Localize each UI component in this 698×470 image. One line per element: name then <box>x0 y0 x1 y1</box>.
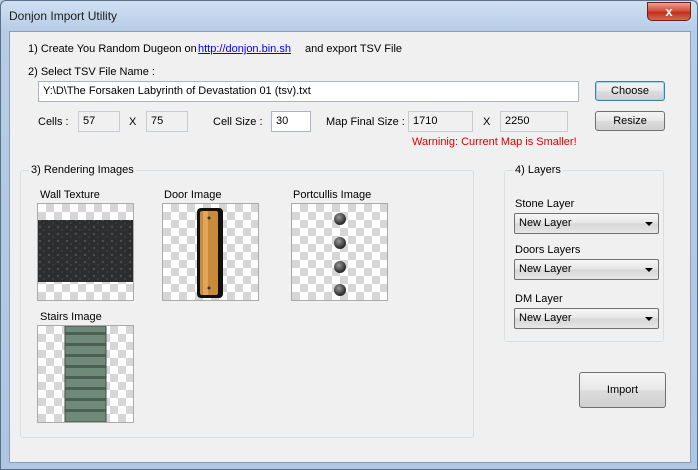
rendering-images-group: 3) Rendering Images Wall Texture Door Im… <box>20 164 474 438</box>
layers-title: 4) Layers <box>513 164 563 176</box>
tsv-file-path-input[interactable]: Y:\D\The Forsaken Labyrinth of Devastati… <box>38 81 579 102</box>
import-button[interactable]: Import <box>579 372 666 408</box>
window-title: Donjon Import Utility <box>9 9 118 23</box>
doors-layer-value: New Layer <box>519 263 572 275</box>
rendering-images-title: 3) Rendering Images <box>29 164 136 176</box>
step2-label: 2) Select TSV File Name : <box>28 66 155 78</box>
map-height-field: 2250 <box>500 111 568 132</box>
chevron-down-icon <box>645 317 653 321</box>
stone-layer-select[interactable]: New Layer <box>514 213 659 234</box>
title-bar[interactable]: Donjon Import Utility x <box>1 1 697 31</box>
donjon-link[interactable]: http://donjon.bin.sh <box>198 43 291 55</box>
step1-suffix: and export TSV File <box>305 43 403 55</box>
resize-button[interactable]: Resize <box>595 111 665 131</box>
cells-label: Cells : <box>38 116 69 128</box>
stone-layer-label: Stone Layer <box>515 198 575 210</box>
stone-layer-value: New Layer <box>519 217 572 229</box>
wall-texture-label: Wall Texture <box>40 189 100 201</box>
cells-width-field: 57 <box>78 111 120 132</box>
choose-button[interactable]: Choose <box>595 81 665 101</box>
portcullis-image-label: Portcullis Image <box>293 189 372 201</box>
dm-layer-select[interactable]: New Layer <box>514 308 659 329</box>
map-width-field: 1710 <box>408 111 473 132</box>
map-size-warning: Warninig: Current Map is Smaller! <box>412 136 577 148</box>
step1-text: 1) Create You Random Dugeon on <box>28 43 197 55</box>
import-window: Donjon Import Utility x 1) Create You Ra… <box>0 0 698 470</box>
stairs-image-label: Stairs Image <box>40 311 102 323</box>
cell-size-label: Cell Size : <box>213 116 263 128</box>
door-image-label: Door Image <box>164 189 222 201</box>
cells-x-label: X <box>129 116 137 128</box>
doors-layer-select[interactable]: New Layer <box>514 259 659 280</box>
cells-height-field: 75 <box>146 111 188 132</box>
door-image[interactable] <box>162 203 259 301</box>
map-final-size-label: Map Final Size : <box>326 116 405 128</box>
layers-group: 4) Layers Stone Layer New Layer Doors La… <box>504 164 664 342</box>
chevron-down-icon <box>645 268 653 272</box>
dm-layer-label: DM Layer <box>515 293 563 305</box>
portcullis-image[interactable] <box>291 203 388 301</box>
chevron-down-icon <box>645 222 653 226</box>
wall-texture-image[interactable] <box>37 203 134 301</box>
stairs-image[interactable] <box>37 325 134 423</box>
doors-layers-label: Doors Layers <box>515 244 581 256</box>
dialog-body: 1) Create You Random Dugeon on http://do… <box>9 31 691 463</box>
close-button[interactable]: x <box>647 2 691 21</box>
map-x-label: X <box>483 116 491 128</box>
cell-size-input[interactable]: 30 <box>271 111 311 132</box>
dm-layer-value: New Layer <box>519 312 572 324</box>
